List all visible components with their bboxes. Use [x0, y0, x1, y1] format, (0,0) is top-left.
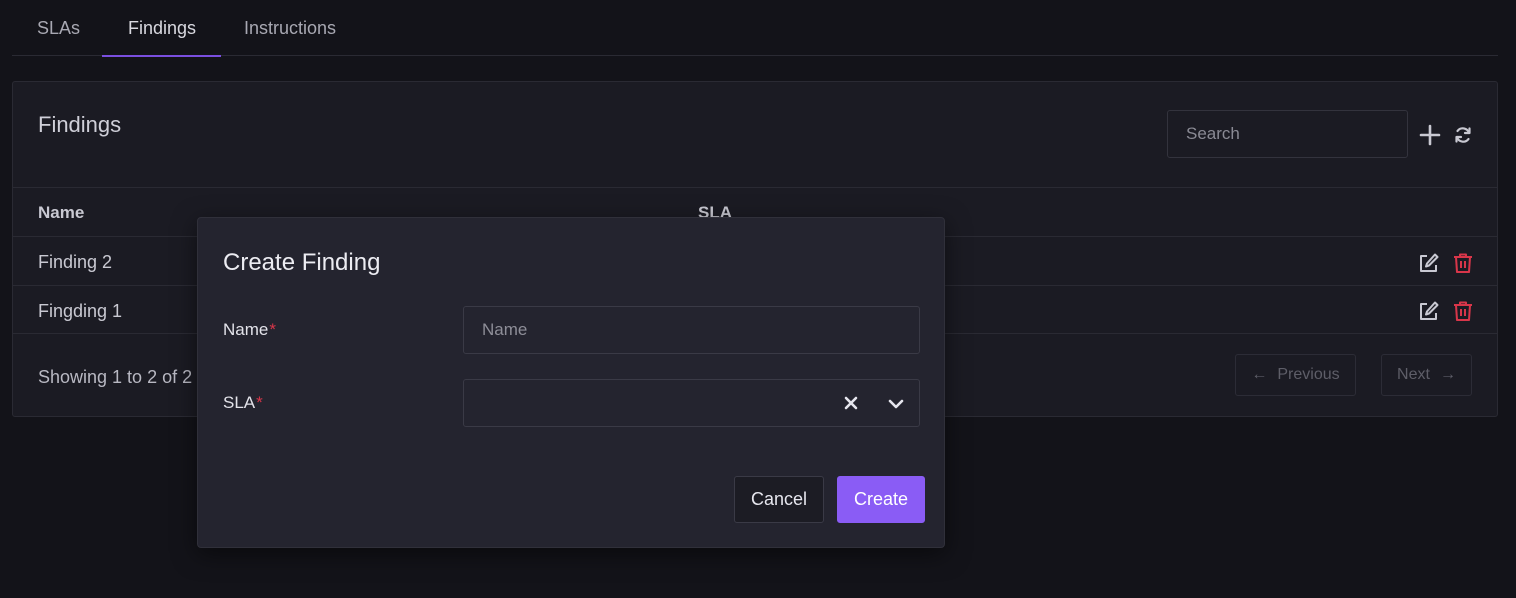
create-button[interactable]: Create — [837, 476, 925, 523]
name-label-text: Name — [223, 320, 269, 339]
sla-select[interactable] — [463, 379, 920, 427]
name-field-label: Name* — [223, 320, 276, 340]
modal-title: Create Finding — [223, 249, 381, 276]
create-finding-modal: Create Finding Name* SLA* Cancel Create — [197, 217, 945, 548]
required-marker: * — [269, 320, 276, 339]
sla-field-label: SLA* — [223, 393, 263, 413]
name-input[interactable] — [463, 306, 920, 354]
cancel-button[interactable]: Cancel — [734, 476, 824, 523]
clear-icon[interactable] — [842, 394, 860, 412]
chevron-down-icon[interactable] — [887, 396, 905, 412]
modal-overlay: Create Finding Name* SLA* Cancel Create — [0, 0, 1516, 598]
required-marker: * — [256, 393, 263, 412]
sla-label-text: SLA — [223, 393, 256, 412]
